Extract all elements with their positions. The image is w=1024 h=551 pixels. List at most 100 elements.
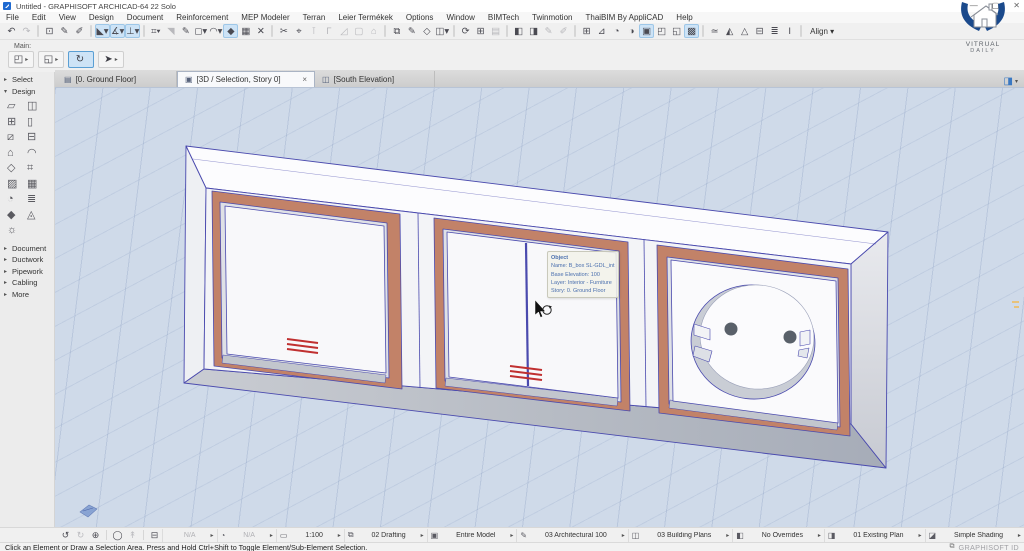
- lamp-tool[interactable]: ☼: [7, 223, 27, 239]
- schedule-icon[interactable]: ⊞: [579, 24, 594, 38]
- mesh-tool[interactable]: ▨: [7, 177, 27, 193]
- layers-settings-icon[interactable]: ▤: [488, 24, 503, 38]
- menu-item[interactable]: Twinmotion: [532, 13, 572, 22]
- toolbox-section-header[interactable]: ▸ Ductwork: [0, 254, 54, 266]
- inject-parameters-icon[interactable]: ✐: [72, 24, 87, 38]
- chevron-down-icon[interactable]: ▾: [1015, 78, 1018, 85]
- pick-up-parameters-icon[interactable]: ✎: [57, 24, 72, 38]
- dimension-icon[interactable]: ◧: [511, 24, 526, 38]
- marquee-tool-icon[interactable]: ∡▾: [110, 24, 126, 38]
- menu-item[interactable]: Document: [127, 13, 163, 22]
- undo-icon[interactable]: ↶: [4, 24, 19, 38]
- comment-icon[interactable]: ◯: [110, 530, 125, 541]
- mirror-icon[interactable]: ◇: [419, 24, 434, 38]
- menu-item[interactable]: Leier Termékek: [338, 13, 393, 22]
- toolbox-section-header[interactable]: ▸ Cabling: [0, 277, 54, 289]
- chamfer-icon[interactable]: ◿: [336, 24, 351, 38]
- toolbox-section-header[interactable]: ▸ Select: [0, 74, 54, 86]
- view-tab[interactable]: ▤ [0. Ground Floor]: [57, 71, 177, 87]
- snap-points-icon[interactable]: ◠▾: [208, 24, 223, 38]
- slab-tool[interactable]: ⊞: [7, 115, 27, 131]
- menu-item[interactable]: Reinforcement: [176, 13, 228, 22]
- graphisoft-id-icon[interactable]: ⧉: [949, 543, 954, 551]
- multiply-icon[interactable]: ◫▾: [434, 24, 450, 38]
- wall-tool[interactable]: ▱: [7, 99, 27, 115]
- layout-book-icon[interactable]: ≃: [707, 24, 722, 38]
- switch-left[interactable]: [211, 190, 403, 390]
- text-style-icon[interactable]: I: [782, 24, 797, 38]
- 3d-window-icon[interactable]: ▣: [639, 24, 655, 38]
- wall-plate-3d-model[interactable]: [55, 88, 1024, 527]
- orbit-button[interactable]: ↻: [68, 51, 94, 68]
- offset-icon[interactable]: ⌂: [366, 24, 381, 38]
- annotation-icon[interactable]: ✎: [541, 24, 556, 38]
- split-icon[interactable]: ✕: [253, 24, 268, 38]
- modify-icon[interactable]: ⟳: [458, 24, 473, 38]
- menu-item[interactable]: Design: [89, 13, 114, 22]
- marquee-selection-button[interactable]: ◱ ▸: [38, 51, 64, 68]
- section-icon[interactable]: ◔: [609, 24, 624, 38]
- curtain-wall-tool[interactable]: ▦: [27, 177, 47, 193]
- menu-item[interactable]: Window: [446, 13, 474, 22]
- magic-wand-icon[interactable]: ⊞: [473, 24, 488, 38]
- element-snap-icon[interactable]: ◆: [223, 24, 239, 38]
- element-selection-button[interactable]: ◰ ▸: [8, 51, 34, 68]
- renovation-filter-field[interactable]: ◨ 01 Existing Plan ▸: [823, 528, 925, 542]
- menu-item[interactable]: File: [6, 13, 19, 22]
- move-icon[interactable]: ⧉: [389, 24, 404, 38]
- guide-lines-icon[interactable]: ✎: [178, 24, 193, 38]
- roof-tool[interactable]: ⌂: [7, 146, 27, 162]
- window-tool[interactable]: ⊟: [27, 130, 47, 146]
- toolbox-section-header[interactable]: ▸ Pipework: [0, 266, 54, 278]
- railing-tool[interactable]: ⌗: [27, 161, 47, 177]
- intersect-icon[interactable]: ⊺: [306, 24, 321, 38]
- organizer-icon[interactable]: ⊟: [752, 24, 767, 38]
- layer-field[interactable]: ⧉ 02 Drafting ▸: [343, 528, 427, 542]
- navigator-icon[interactable]: ≣: [767, 24, 782, 38]
- 3d-viewport[interactable]: Object Name: B_box SL-GDL_int Base Eleva…: [55, 88, 1024, 527]
- menu-item[interactable]: Terran: [303, 13, 326, 22]
- arrow-tool-icon[interactable]: ◣▾: [95, 24, 110, 38]
- scale-field[interactable]: ▭ 1:100 ▸: [275, 528, 344, 542]
- photo-render-icon[interactable]: ◱: [669, 24, 684, 38]
- structure-display-field[interactable]: ▣ Entire Model ▸: [426, 528, 517, 542]
- navigate-forward-icon[interactable]: ↻: [73, 530, 88, 541]
- text-icon[interactable]: ✐: [556, 24, 571, 38]
- graphic-override-field[interactable]: ◧ No Overrides ▸: [732, 528, 824, 542]
- shell-tool[interactable]: ◠: [27, 146, 47, 162]
- trim-icon[interactable]: ✂: [276, 24, 291, 38]
- toolbox-section-header[interactable]: ▾ Design: [0, 86, 54, 98]
- zoom-box-icon[interactable]: ⊟: [147, 530, 162, 541]
- align-dropdown[interactable]: Align ▾: [805, 24, 839, 38]
- render-settings-icon[interactable]: ▩: [684, 24, 700, 38]
- menu-item[interactable]: BIMTech: [488, 13, 519, 22]
- favorites-icon[interactable]: ⊡: [42, 24, 57, 38]
- column-tool[interactable]: ▯: [27, 115, 47, 131]
- teamwork-icon[interactable]: △: [737, 24, 752, 38]
- camera-icon[interactable]: ◰: [654, 24, 669, 38]
- fillet-icon[interactable]: Γ: [321, 24, 336, 38]
- menu-item[interactable]: Help: [676, 13, 692, 22]
- menu-item[interactable]: Edit: [32, 13, 46, 22]
- grid-snap-icon[interactable]: ⌗▾: [148, 24, 163, 38]
- menu-item[interactable]: Options: [406, 13, 434, 22]
- model-view-options-field[interactable]: ◫ 03 Building Plans ▸: [627, 528, 733, 542]
- orientation-field[interactable]: ◔ N/A ▸: [216, 528, 276, 542]
- rotate-icon[interactable]: ✎: [404, 24, 419, 38]
- stair-tool[interactable]: ≣: [27, 192, 47, 208]
- menu-item[interactable]: ThaiBIM By AppliCAD: [585, 13, 663, 22]
- grid-display-icon[interactable]: ▦: [238, 24, 253, 38]
- toolbox-section-header[interactable]: ▸ More: [0, 289, 54, 301]
- close-icon[interactable]: ×: [296, 75, 307, 84]
- arrow-cursor-button[interactable]: ➤ ▸: [98, 51, 124, 68]
- redo-icon[interactable]: ↷: [19, 24, 34, 38]
- snap-guides-icon[interactable]: ◻▾: [193, 24, 208, 38]
- label-icon[interactable]: ◨: [526, 24, 541, 38]
- morph-tool[interactable]: ◇: [7, 161, 27, 177]
- elevation-icon[interactable]: ◑: [624, 24, 639, 38]
- menu-item[interactable]: View: [59, 13, 76, 22]
- toolbox-section-header[interactable]: ▸ Document: [0, 243, 54, 255]
- previous-view-icon[interactable]: ↟: [125, 530, 140, 541]
- gravity-icon[interactable]: ◥: [163, 24, 178, 38]
- pop-up-navigator-icon[interactable]: ◨: [1004, 76, 1013, 87]
